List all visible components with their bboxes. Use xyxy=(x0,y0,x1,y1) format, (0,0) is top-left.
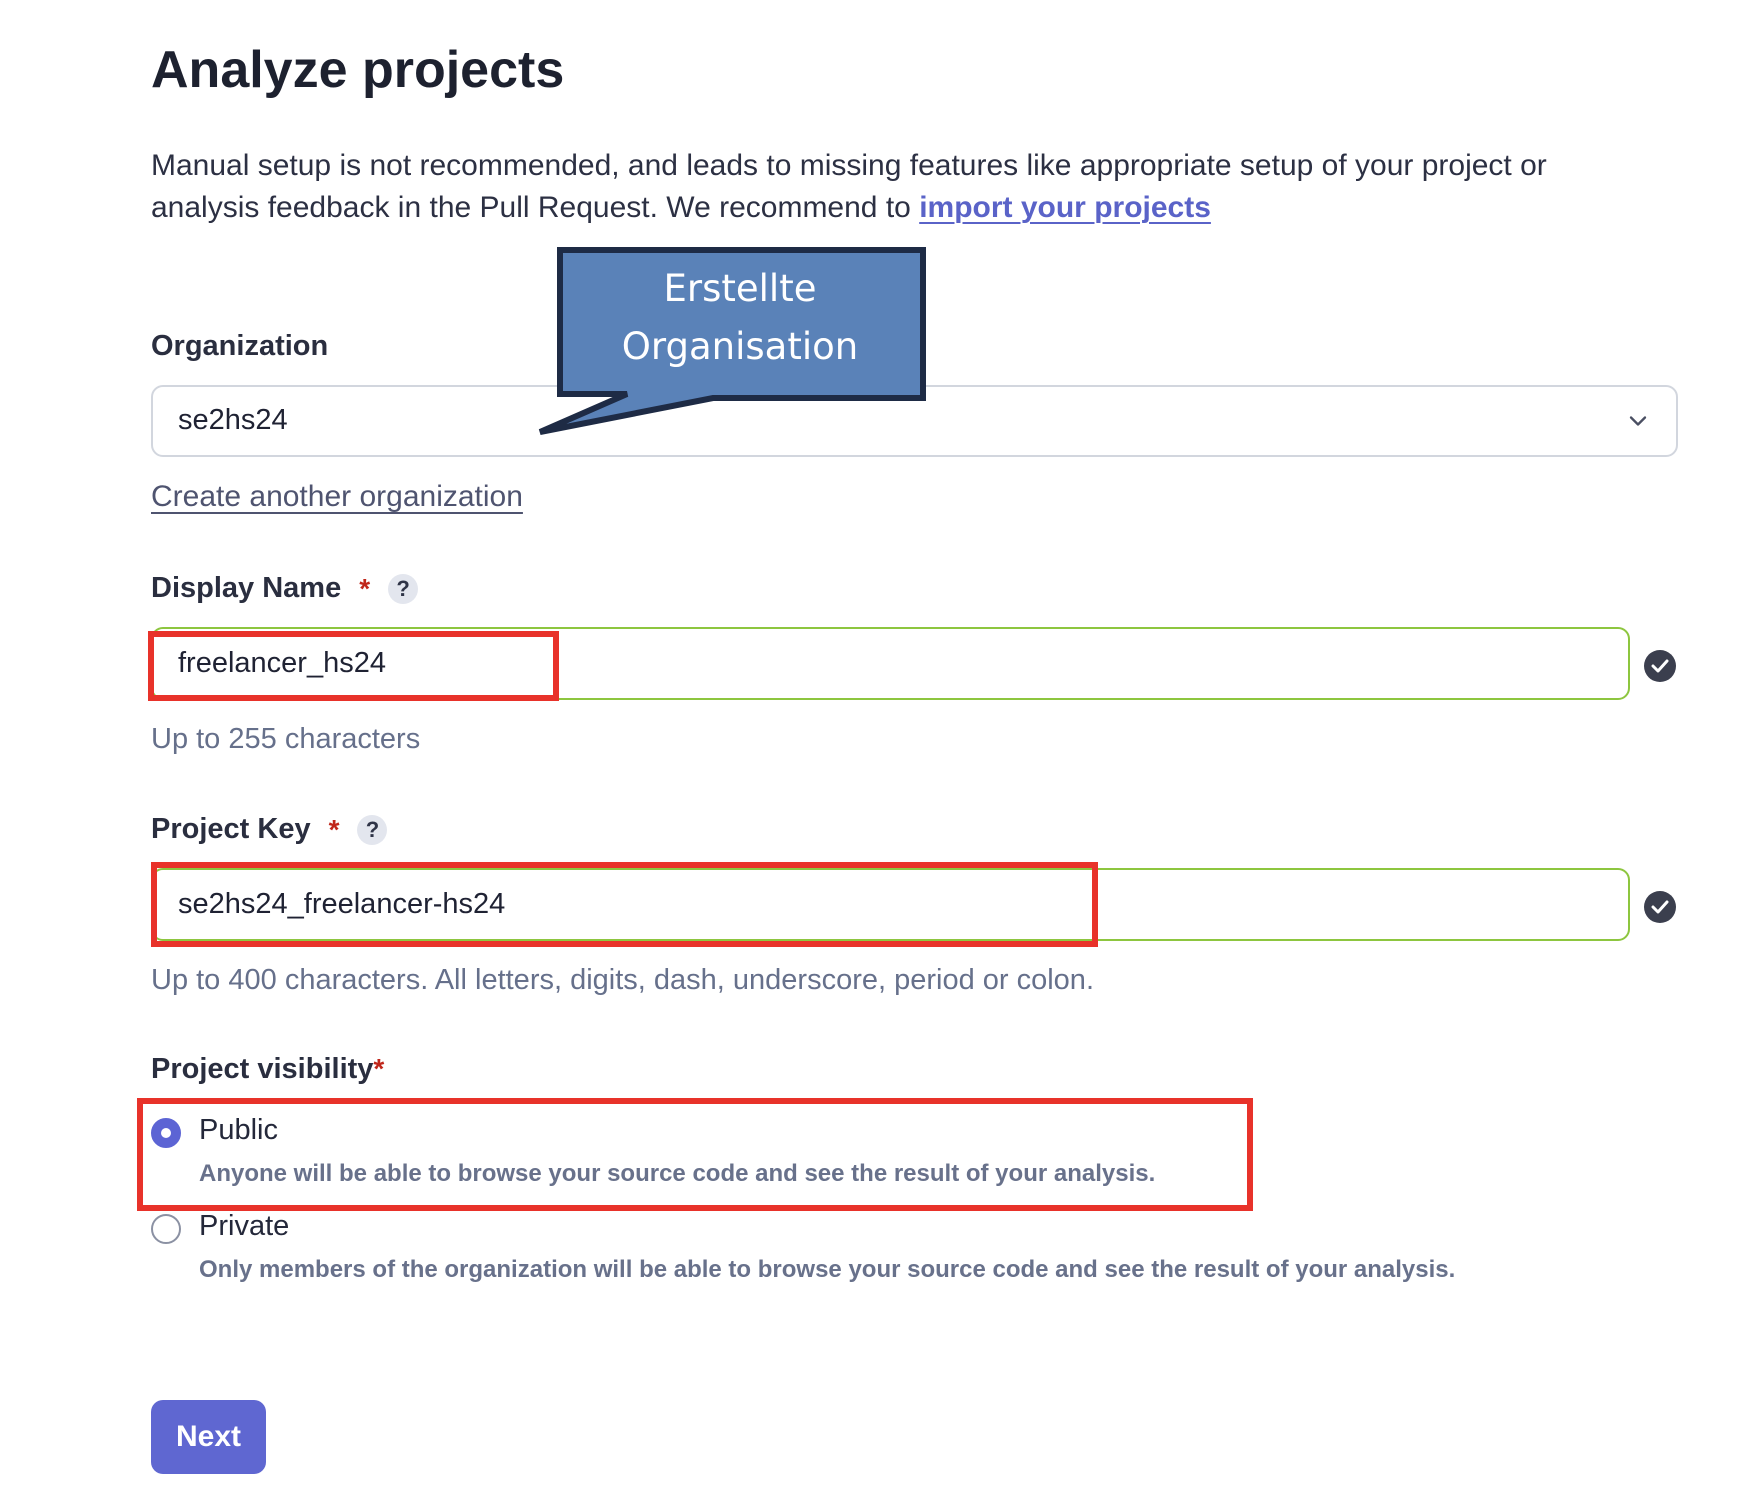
project-key-label: Project Key xyxy=(151,813,311,845)
option-private-label: Private xyxy=(199,1210,290,1242)
page-title: Analyze projects xyxy=(151,41,565,99)
display-name-label-row: Display Name * ? xyxy=(151,572,419,605)
required-marker: * xyxy=(359,572,371,604)
highlight-box-visibility xyxy=(137,1098,1253,1211)
display-name-label: Display Name xyxy=(151,572,342,604)
intro-paragraph: Manual setup is not recommended, and lea… xyxy=(151,145,1631,229)
help-icon[interactable]: ? xyxy=(388,573,419,604)
required-marker: * xyxy=(328,813,340,845)
visibility-label: Project visibility xyxy=(151,1053,374,1085)
project-key-label-row: Project Key * ? xyxy=(151,813,388,846)
valid-check-icon xyxy=(1644,650,1676,682)
required-marker: * xyxy=(373,1053,385,1084)
next-button[interactable]: Next xyxy=(151,1400,266,1474)
visibility-label-row: Project visibility* xyxy=(151,1053,384,1086)
organization-select-value: se2hs24 xyxy=(178,404,288,436)
help-icon[interactable]: ? xyxy=(357,814,388,845)
display-name-hint: Up to 255 characters xyxy=(151,723,421,755)
import-projects-link[interactable]: import your projects xyxy=(919,191,1211,224)
highlight-box-project-key xyxy=(151,862,1098,947)
project-key-hint: Up to 400 characters. All letters, digit… xyxy=(151,964,1094,996)
callout-line-2: Organisation xyxy=(621,325,859,368)
create-organization-link[interactable]: Create another organization xyxy=(151,480,523,514)
chevron-down-icon xyxy=(1629,416,1647,426)
visibility-option-private[interactable]: Private Only members of the organization… xyxy=(151,1210,1551,1294)
callout-text: Erstellte Organisation xyxy=(565,260,915,376)
organization-label: Organization xyxy=(151,330,329,362)
intro-text: Manual setup is not recommended, and lea… xyxy=(151,149,1547,224)
callout-line-1: Erstellte xyxy=(663,267,817,310)
radio-unselected-icon[interactable] xyxy=(151,1214,181,1244)
highlight-box-display-name xyxy=(148,631,559,701)
option-private-description: Only members of the organization will be… xyxy=(199,1256,1456,1283)
valid-check-icon xyxy=(1644,891,1676,923)
